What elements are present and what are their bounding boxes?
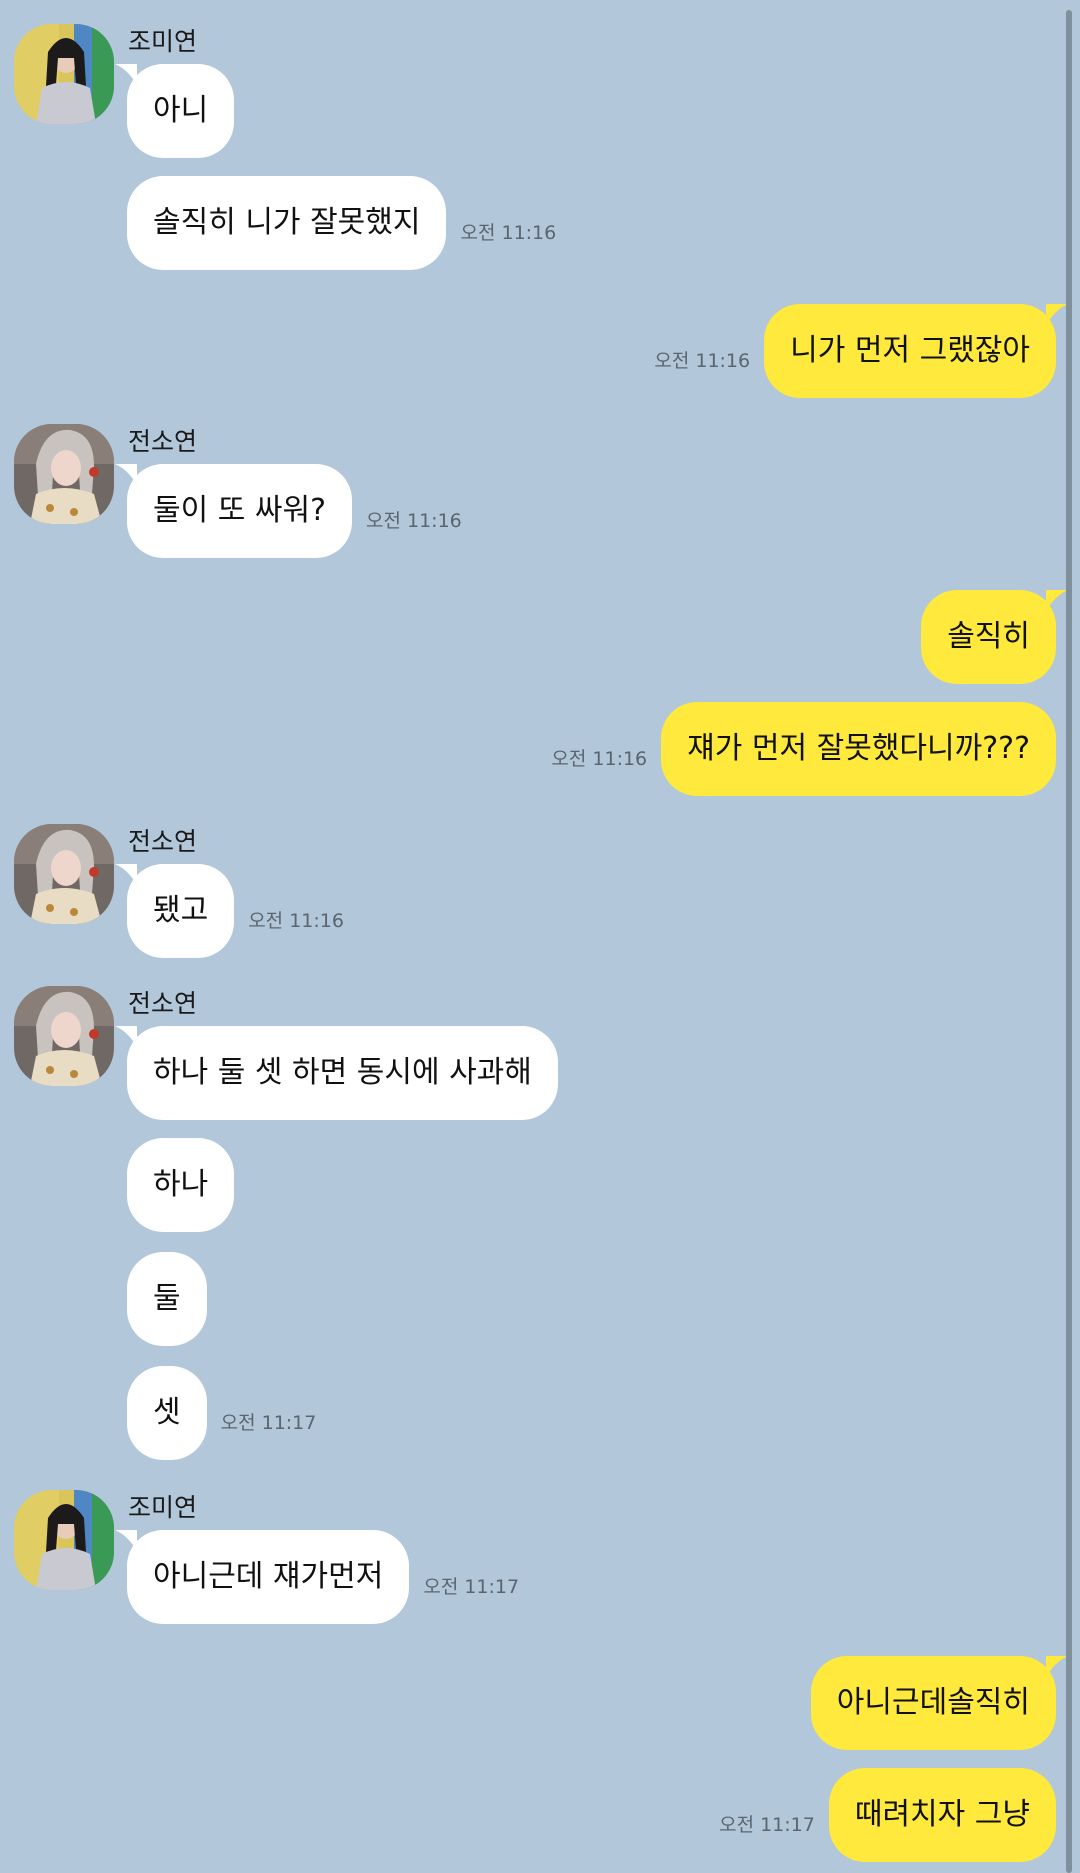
sender-name: 전소연 xyxy=(128,989,198,1018)
message-text: 하나 둘 셋 하면 동시에 사과해 xyxy=(153,1055,532,1090)
bubble-tail xyxy=(115,864,137,886)
message-row: 됐고 오전 11:16 xyxy=(115,864,344,958)
avatar-jeonsoyeon[interactable] xyxy=(14,986,114,1086)
message-text: 솔직히 니가 잘못했지 xyxy=(153,205,421,240)
message-row: 둘이 또 싸워? 오전 11:16 xyxy=(115,464,462,558)
avatar-jeonsoyeon[interactable] xyxy=(14,824,114,924)
message-text: 둘이 또 싸워? xyxy=(153,493,326,528)
message-bubble[interactable]: 아니 xyxy=(115,64,235,158)
sender-name: 전소연 xyxy=(128,827,198,856)
bubble-tail xyxy=(1046,590,1068,612)
message-row: 셋 오전 11:17 xyxy=(127,1366,316,1460)
message-bubble[interactable]: 니가 먼저 그랬잖아 오전 11:16 xyxy=(654,304,1068,398)
message-row: 아니 xyxy=(115,64,235,158)
message-text: 솔직히 xyxy=(947,619,1030,654)
message-timestamp: 오전 11:17 xyxy=(220,1412,317,1434)
sender-name: 전소연 xyxy=(128,427,198,456)
message-bubble[interactable]: 둘 xyxy=(127,1252,207,1346)
message-text: 아니근데솔직히 xyxy=(836,1685,1030,1720)
message-bubble[interactable]: 하나 둘 셋 하면 동시에 사과해 xyxy=(115,1026,558,1120)
message-row: 둘 xyxy=(127,1252,207,1346)
message-bubble[interactable]: 솔직히 xyxy=(921,590,1068,684)
message-bubble[interactable]: 솔직히 니가 잘못했지 오전 11:16 xyxy=(127,176,556,270)
bubble-tail xyxy=(1046,304,1068,326)
message-timestamp: 오전 11:16 xyxy=(366,510,462,532)
message-row: 쟤가 먼저 잘못했다니까??? 오전 11:16 xyxy=(551,702,1056,796)
message-row: 아니근데 쟤가먼저 오전 11:17 xyxy=(115,1530,519,1624)
bubble-tail xyxy=(1046,1656,1068,1678)
message-row: 아니근데솔직히 xyxy=(810,1656,1068,1750)
message-timestamp: 오전 11:16 xyxy=(248,910,344,932)
message-row: 하나 둘 셋 하면 동시에 사과해 xyxy=(115,1026,558,1120)
message-row: 솔직히 xyxy=(921,590,1068,684)
avatar-photo-jeonsoyeon xyxy=(14,824,114,924)
bubble-tail xyxy=(115,1530,137,1552)
message-bubble[interactable]: 셋 오전 11:17 xyxy=(127,1366,316,1460)
bubble-tail xyxy=(115,464,137,486)
message-text: 쟤가 먼저 잘못했다니까??? xyxy=(687,731,1030,766)
avatar-photo-jeonsoyeon xyxy=(14,424,114,524)
message-bubble[interactable]: 아니근데솔직히 xyxy=(810,1656,1068,1750)
bubble-tail xyxy=(115,1026,137,1048)
sender-name: 조미연 xyxy=(128,27,198,56)
message-timestamp: 오전 11:17 xyxy=(423,1576,520,1598)
message-row: 솔직히 니가 잘못했지 오전 11:16 xyxy=(127,176,556,270)
avatar-photo-jomiyeon xyxy=(14,24,114,124)
avatar-photo-jeonsoyeon xyxy=(14,986,114,1086)
message-bubble[interactable]: 됐고 오전 11:16 xyxy=(115,864,344,958)
message-bubble[interactable]: 둘이 또 싸워? 오전 11:16 xyxy=(115,464,462,558)
message-bubble[interactable]: 하나 xyxy=(127,1138,235,1232)
avatar-jomiyeon[interactable] xyxy=(14,24,114,124)
message-timestamp: 오전 11:16 xyxy=(654,350,751,372)
message-row: 니가 먼저 그랬잖아 오전 11:16 xyxy=(654,304,1068,398)
message-text: 하나 xyxy=(153,1167,209,1202)
message-row: 하나 xyxy=(127,1138,235,1232)
message-text: 니가 먼저 그랬잖아 xyxy=(790,333,1030,368)
message-timestamp: 오전 11:17 xyxy=(719,1814,815,1836)
message-bubble[interactable]: 아니근데 쟤가먼저 오전 11:17 xyxy=(115,1530,519,1624)
message-text: 셋 xyxy=(153,1395,181,1430)
avatar-jomiyeon[interactable] xyxy=(14,1490,114,1590)
message-bubble[interactable]: 쟤가 먼저 잘못했다니까??? 오전 11:16 xyxy=(551,702,1056,796)
message-timestamp: 오전 11:16 xyxy=(460,222,557,244)
message-text: 됐고 xyxy=(153,893,209,928)
avatar-jeonsoyeon[interactable] xyxy=(14,424,114,524)
message-text: 때려치자 그냥 xyxy=(854,1797,1030,1832)
bubble-tail xyxy=(115,64,137,86)
avatar-photo-jomiyeon xyxy=(14,1490,114,1590)
message-text: 아니 xyxy=(153,93,209,128)
message-bubble[interactable]: 때려치자 그냥 오전 11:17 xyxy=(719,1768,1056,1862)
message-row: 때려치자 그냥 오전 11:17 xyxy=(719,1768,1056,1862)
message-text: 둘 xyxy=(153,1281,181,1316)
message-timestamp: 오전 11:16 xyxy=(551,748,648,770)
sender-name: 조미연 xyxy=(128,1493,198,1522)
message-text: 아니근데 쟤가먼저 xyxy=(153,1559,384,1594)
scrollbar[interactable] xyxy=(1066,10,1072,1873)
chat-area[interactable]: 조미연 아니 솔직히 니가 잘못했지 오전 11:16 니가 먼저 그랬잖아 오… xyxy=(0,0,1080,1873)
